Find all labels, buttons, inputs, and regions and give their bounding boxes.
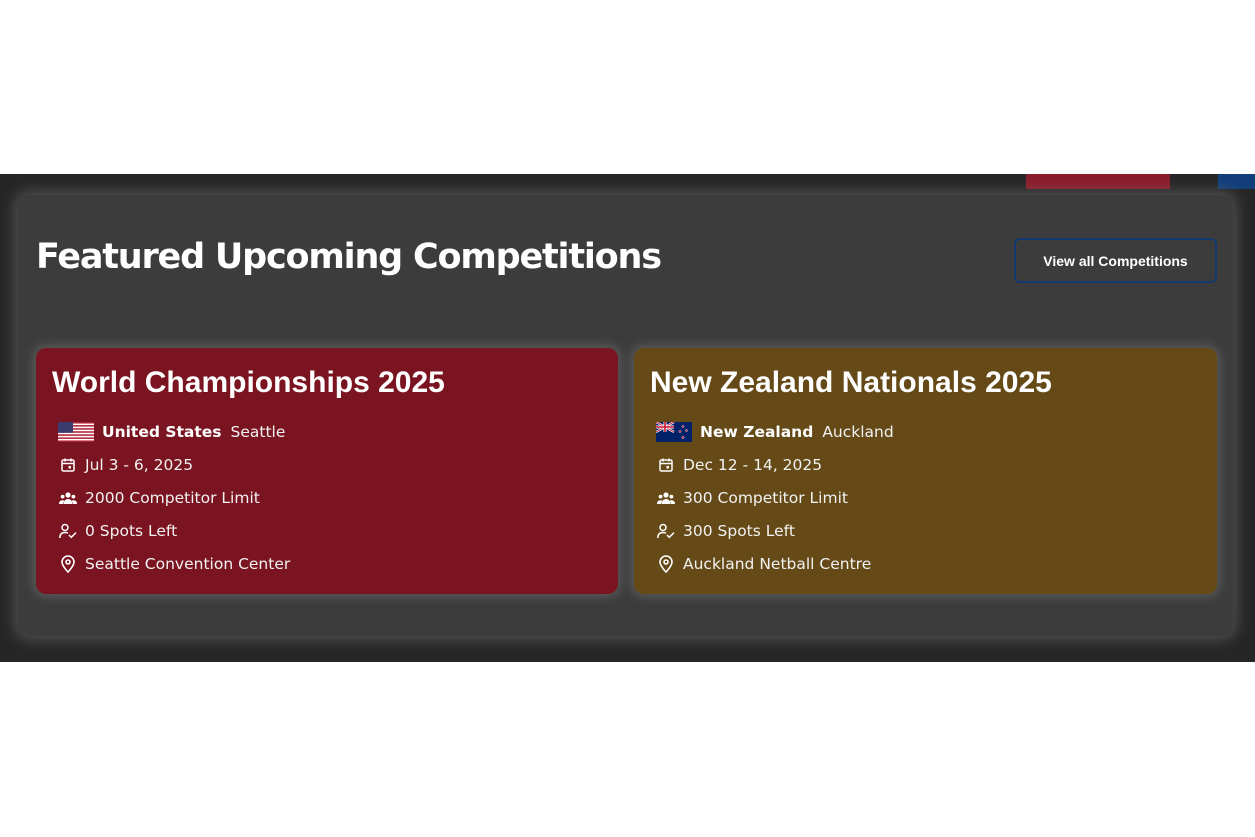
competitor-limit-row: 300 Competitor Limit <box>656 487 848 509</box>
section-title: Featured Upcoming Competitions <box>36 237 662 277</box>
competition-dates: Jul 3 - 6, 2025 <box>85 456 194 474</box>
accent-bar-blue <box>1218 174 1255 189</box>
spots-left-row: 300 Spots Left <box>656 520 795 542</box>
location-pin-icon <box>656 554 676 574</box>
spots-left-row: 0 Spots Left <box>58 520 177 542</box>
featured-competitions-section: Featured Upcoming Competitions View all … <box>0 174 1255 662</box>
competition-card[interactable]: New Zealand Nationals 2025 New Zealand A… <box>634 348 1217 594</box>
person-check-icon <box>656 521 676 541</box>
view-all-competitions-button[interactable]: View all Competitions <box>1014 238 1217 283</box>
spots-left: 300 Spots Left <box>683 522 795 540</box>
competition-venue: Auckland Netball Centre <box>683 555 872 573</box>
competition-location-row: New Zealand Auckland <box>655 421 894 443</box>
calendar-icon <box>58 455 78 475</box>
competition-dates-row: Dec 12 - 14, 2025 <box>656 454 822 476</box>
venue-row: Seattle Convention Center <box>58 553 290 575</box>
competition-dates: Dec 12 - 14, 2025 <box>683 456 823 474</box>
competitor-limit: 300 Competitor Limit <box>683 489 848 507</box>
nz-flag-icon <box>655 421 692 442</box>
competition-country: New Zealand <box>700 423 814 441</box>
venue-row: Auckland Netball Centre <box>656 553 871 575</box>
competition-country: United States <box>102 423 222 441</box>
group-icon <box>656 488 676 508</box>
competition-location-row: United States Seattle <box>58 421 285 443</box>
featured-competitions-panel: Featured Upcoming Competitions View all … <box>18 195 1233 636</box>
competitor-limit-row: 2000 Competitor Limit <box>58 487 260 509</box>
competition-venue: Seattle Convention Center <box>85 555 291 573</box>
competition-city: Auckland <box>822 423 894 441</box>
spots-left: 0 Spots Left <box>85 522 178 540</box>
location-pin-icon <box>58 554 78 574</box>
competition-card[interactable]: World Championships 2025 United States S… <box>36 348 618 594</box>
competition-title[interactable]: New Zealand Nationals 2025 <box>650 366 1052 400</box>
competition-city: Seattle <box>230 423 286 441</box>
group-icon <box>58 488 78 508</box>
person-check-icon <box>58 521 78 541</box>
accent-bar-red <box>1026 174 1170 189</box>
calendar-icon <box>656 455 676 475</box>
competition-dates-row: Jul 3 - 6, 2025 <box>58 454 193 476</box>
us-flag-icon <box>58 422 94 442</box>
competition-title[interactable]: World Championships 2025 <box>52 366 445 400</box>
competitor-limit: 2000 Competitor Limit <box>85 489 260 507</box>
